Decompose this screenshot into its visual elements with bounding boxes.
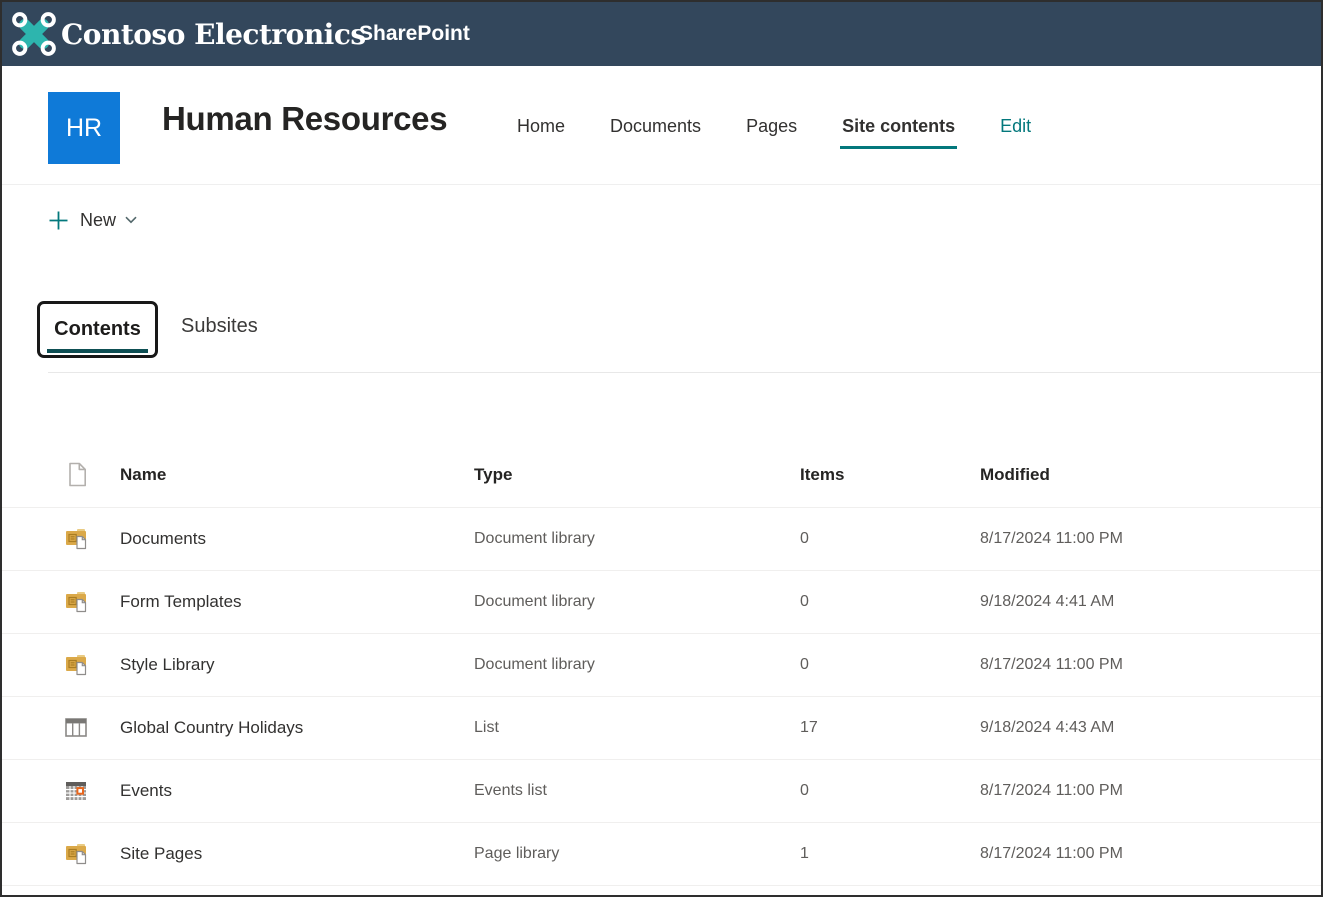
nav-item-pages[interactable]: Pages [746, 116, 797, 149]
chevron-down-icon [125, 216, 137, 224]
item-modified: 8/17/2024 11:00 PM [980, 782, 1321, 800]
events-icon [64, 780, 120, 802]
nav-item-site-contents[interactable]: Site contents [842, 116, 955, 149]
item-name-link[interactable]: Form Templates [120, 592, 474, 612]
new-button-label: New [80, 210, 116, 231]
nav-edit-link[interactable]: Edit [1000, 116, 1031, 137]
suite-top-bar: Contoso Electronics SharePoint [2, 2, 1321, 66]
page-library-icon [64, 842, 120, 866]
table-row[interactable]: Style LibraryDocument library08/17/2024 … [2, 634, 1321, 697]
item-name-link[interactable]: Style Library [120, 655, 474, 675]
document-library-icon [64, 653, 120, 677]
column-header-modified[interactable]: Modified [980, 465, 1321, 485]
site-header: HR Human Resources Home Documents Pages … [2, 66, 1321, 185]
brand-name: Contoso Electronics [61, 18, 366, 51]
table-row[interactable]: Site PagesPage library18/17/2024 11:00 P… [2, 823, 1321, 886]
sharepoint-site-contents-page: Contoso Electronics SharePoint HR Human … [0, 0, 1323, 897]
item-type: Document library [474, 593, 800, 611]
site-navigation: Home Documents Pages Site contents Edit [517, 116, 1031, 149]
item-name-link[interactable]: Documents [120, 529, 474, 549]
new-button[interactable]: New [48, 203, 137, 237]
item-modified: 8/17/2024 11:00 PM [980, 530, 1321, 548]
item-name-link[interactable]: Events [120, 781, 474, 801]
list-icon [64, 717, 120, 739]
item-type: Document library [474, 530, 800, 548]
plus-icon [48, 210, 69, 231]
site-contents-table: Name Type Items Modified DocumentsDocume… [2, 442, 1321, 886]
tab-contents-label: Contents [54, 318, 141, 341]
site-logo-tile[interactable]: HR [48, 92, 120, 164]
item-modified: 9/18/2024 4:43 AM [980, 719, 1321, 737]
table-row[interactable]: EventsEvents list08/17/2024 11:00 PM [2, 760, 1321, 823]
table-row[interactable]: DocumentsDocument library08/17/2024 11:0… [2, 508, 1321, 571]
document-library-icon [64, 590, 120, 614]
item-type: Document library [474, 656, 800, 674]
item-name-link[interactable]: Global Country Holidays [120, 718, 474, 738]
nav-item-documents[interactable]: Documents [610, 116, 701, 149]
column-header-type[interactable]: Type [474, 465, 800, 485]
table-body: DocumentsDocument library08/17/2024 11:0… [2, 508, 1321, 886]
site-title[interactable]: Human Resources [162, 100, 447, 138]
item-type: List [474, 719, 800, 737]
item-type: Page library [474, 845, 800, 863]
page-icon [68, 462, 120, 487]
column-header-items[interactable]: Items [800, 465, 980, 485]
item-type: Events list [474, 782, 800, 800]
item-count: 0 [800, 782, 980, 800]
contoso-logo-icon[interactable] [11, 11, 57, 57]
column-header-name[interactable]: Name [120, 465, 474, 485]
item-count: 0 [800, 656, 980, 674]
item-modified: 9/18/2024 4:41 AM [980, 593, 1321, 611]
item-modified: 8/17/2024 11:00 PM [980, 845, 1321, 863]
table-row[interactable]: Form TemplatesDocument library09/18/2024… [2, 571, 1321, 634]
nav-item-home[interactable]: Home [517, 116, 565, 149]
table-header-row: Name Type Items Modified [2, 442, 1321, 508]
table-row[interactable]: Global Country HolidaysList179/18/2024 4… [2, 697, 1321, 760]
item-count: 0 [800, 593, 980, 611]
item-count: 1 [800, 845, 980, 863]
pivot-divider [48, 372, 1321, 373]
item-count: 0 [800, 530, 980, 548]
item-count: 17 [800, 719, 980, 737]
tab-subsites[interactable]: Subsites [181, 315, 258, 338]
sharepoint-home-link[interactable]: SharePoint [359, 22, 470, 46]
tab-contents[interactable]: Contents [37, 301, 158, 358]
document-library-icon [64, 527, 120, 551]
item-name-link[interactable]: Site Pages [120, 844, 474, 864]
item-modified: 8/17/2024 11:00 PM [980, 656, 1321, 674]
